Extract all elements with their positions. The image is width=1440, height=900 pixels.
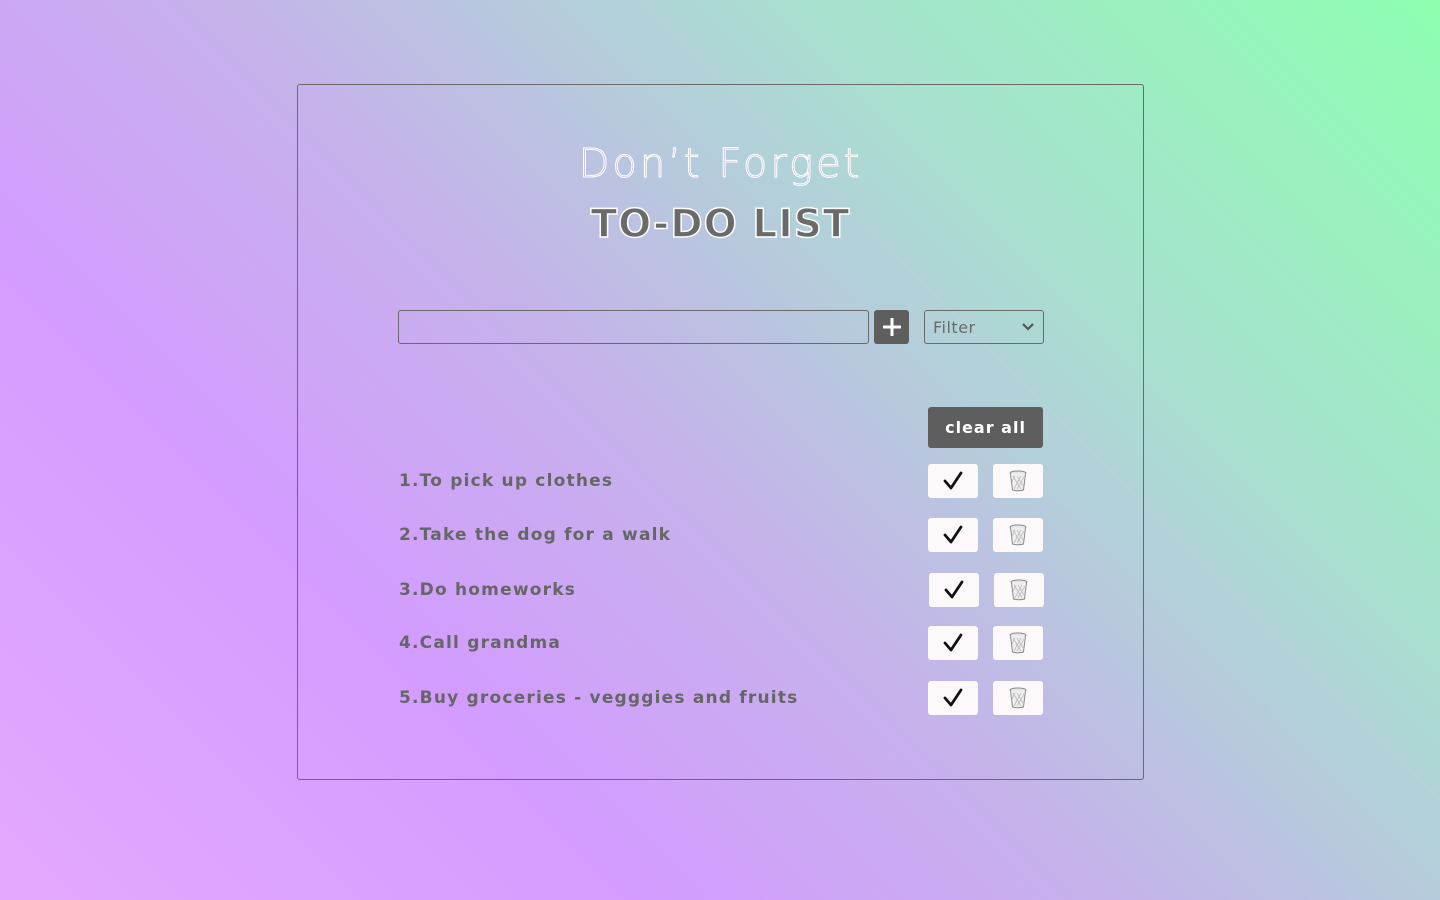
todo-item: 4.Call grandma [298, 626, 1143, 660]
checkmark-icon [943, 471, 963, 490]
checkmark-icon [943, 688, 963, 707]
complete-button[interactable] [929, 573, 979, 607]
todo-item: 2.Take the dog for a walk [298, 518, 1143, 552]
todo-item: 1.To pick up clothes [298, 464, 1143, 498]
complete-button[interactable] [928, 626, 978, 660]
delete-button[interactable] [993, 681, 1043, 715]
todo-text: 3.Do homeworks [399, 580, 577, 600]
trash-icon [1009, 524, 1027, 546]
todo-text: 2.Take the dog for a walk [399, 525, 672, 545]
page-title: Don’t Forget [578, 141, 863, 188]
filter-select[interactable]: Filter [924, 310, 1044, 344]
delete-button[interactable] [993, 518, 1043, 552]
checkmark-icon [943, 633, 963, 652]
todo-text: 1.To pick up clothes [399, 471, 614, 491]
trash-icon [1009, 470, 1027, 492]
trash-icon [1010, 579, 1028, 601]
delete-button[interactable] [993, 626, 1043, 660]
plus-icon [882, 318, 901, 336]
checkmark-icon [943, 525, 963, 544]
todo-text: 4.Call grandma [399, 633, 562, 653]
checkmark-icon [944, 580, 964, 599]
filter-selected-value: Filter [933, 317, 976, 337]
chevron-down-icon [1022, 323, 1034, 331]
complete-button[interactable] [928, 681, 978, 715]
todo-card: Don’t Forget TO-DO LIST Filter clear all… [297, 84, 1144, 780]
todo-item: 3.Do homeworks [298, 573, 1143, 607]
clear-all-button[interactable]: clear all [928, 407, 1043, 448]
complete-button[interactable] [928, 518, 978, 552]
trash-icon [1009, 632, 1027, 654]
todo-item: 5.Buy groceries - vegggies and fruits [298, 681, 1143, 715]
delete-button[interactable] [993, 464, 1043, 498]
complete-button[interactable] [928, 464, 978, 498]
page-subtitle: TO-DO LIST [590, 201, 851, 248]
add-todo-button[interactable] [874, 310, 909, 344]
delete-button[interactable] [994, 573, 1044, 607]
todo-text: 5.Buy groceries - vegggies and fruits [399, 688, 799, 708]
trash-icon [1009, 687, 1027, 709]
todo-input[interactable] [398, 310, 869, 344]
